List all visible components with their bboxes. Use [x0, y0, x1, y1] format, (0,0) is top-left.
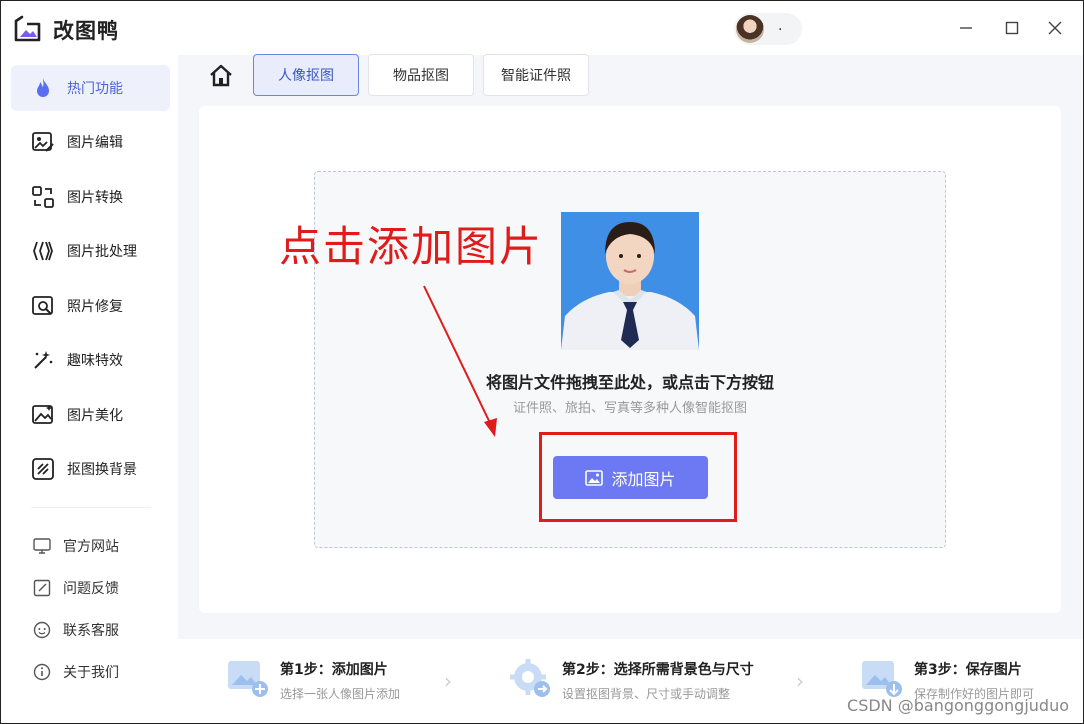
photo-repair-icon: [32, 296, 53, 315]
chevron-right-icon: ›: [444, 669, 452, 693]
monitor-icon: [33, 538, 51, 554]
save-image-step-icon: [862, 661, 902, 697]
annotation-text: 点击添加图片: [279, 222, 544, 271]
sidebar-link-label: 联系客服: [63, 623, 119, 639]
app-window: 改图鸭 . 热门功能 图片编辑 图片转换 图片批处理 照片修复 趣味特效 图片美…: [0, 0, 1084, 724]
avatar[interactable]: [736, 15, 764, 43]
sidebar-item-cutout[interactable]: 抠图换背景: [11, 446, 170, 492]
settings-step-icon: [510, 659, 550, 697]
sidebar-link-label: 官方网站: [63, 539, 119, 555]
tab-id-photo[interactable]: 智能证件照: [483, 54, 589, 96]
sidebar-item-hot[interactable]: 热门功能: [11, 65, 170, 111]
add-image-step-icon: [228, 661, 268, 697]
sidebar-link-feedback[interactable]: 问题反馈: [31, 573, 171, 603]
user-profile[interactable]: .: [734, 13, 802, 45]
steps-footer: 第1步：添加图片 选择一张人像图片添加 › 第2步：选择所需背景色与尺寸 设置抠…: [178, 639, 1083, 723]
minimize-button[interactable]: [953, 15, 979, 41]
sidebar-item-label: 图片批处理: [67, 244, 137, 260]
sidebar-item-photo-repair[interactable]: 照片修复: [11, 283, 170, 329]
tab-object-cutout[interactable]: 物品抠图: [368, 54, 474, 96]
beautify-icon: [32, 405, 53, 424]
feedback-icon: [33, 579, 51, 597]
sidebar-item-label: 趣味特效: [67, 353, 123, 369]
magic-wand-icon: [34, 351, 53, 369]
batch-icon: [33, 241, 53, 261]
drop-zone-title: 将图片文件拖拽至此处，或点击下方按钮: [485, 373, 774, 392]
sidebar-divider: [31, 507, 151, 508]
tab-portrait-cutout[interactable]: 人像抠图: [253, 54, 359, 96]
sidebar-link-label: 关于我们: [63, 665, 119, 681]
sidebar-item-label: 热门功能: [67, 81, 123, 97]
user-name: .: [778, 18, 783, 34]
step-title: 第3步：保存图片: [914, 662, 1022, 678]
sidebar-item-label: 图片美化: [67, 408, 123, 424]
flame-icon: [37, 78, 49, 97]
sidebar-item-beautify[interactable]: 图片美化: [11, 392, 170, 438]
sidebar-link-label: 问题反馈: [63, 581, 119, 597]
step-title: 第2步：选择所需背景色与尺寸: [562, 662, 754, 678]
app-logo-icon: [14, 15, 41, 42]
cutout-icon: [32, 458, 54, 480]
service-icon: [33, 621, 51, 639]
step-title: 第1步：添加图片: [280, 662, 388, 678]
chevron-right-icon: ›: [796, 669, 804, 693]
sidebar-item-batch[interactable]: 图片批处理: [11, 228, 170, 274]
sidebar-item-label: 抠图换背景: [67, 462, 137, 478]
sidebar-link-website[interactable]: 官方网站: [31, 531, 171, 561]
maximize-button[interactable]: [999, 15, 1025, 41]
step-desc: 选择一张人像图片添加: [280, 687, 401, 701]
title-bar: 改图鸭 .: [1, 1, 1083, 55]
sidebar-item-label: 图片转换: [67, 190, 123, 206]
info-icon: [33, 663, 51, 681]
maximize-icon: [1005, 21, 1019, 35]
image-edit-icon: [32, 132, 54, 152]
sidebar-item-image-edit[interactable]: 图片编辑: [11, 119, 170, 165]
sidebar-link-about[interactable]: 关于我们: [31, 657, 171, 687]
sidebar-item-label: 图片编辑: [67, 135, 123, 151]
home-icon[interactable]: [208, 63, 234, 89]
close-icon: [1048, 21, 1062, 35]
convert-icon: [32, 186, 54, 208]
annotation-box: [539, 432, 737, 522]
close-button[interactable]: [1042, 15, 1068, 41]
watermark: CSDN @bangonggongjuduo: [847, 696, 1069, 715]
sidebar-item-convert[interactable]: 图片转换: [11, 174, 170, 220]
sidebar-item-label: 照片修复: [67, 299, 123, 315]
sidebar-link-service[interactable]: 联系客服: [31, 615, 171, 645]
step-desc: 设置抠图背景、尺寸或手动调整: [562, 687, 731, 701]
sample-portrait-image: [561, 212, 699, 350]
sidebar-item-fun-effects[interactable]: 趣味特效: [11, 337, 170, 383]
drop-zone-subtitle: 证件照、旅拍、写真等多种人像智能抠图: [512, 401, 747, 416]
sidebar: 热门功能 图片编辑 图片转换 图片批处理 照片修复 趣味特效 图片美化 抠图换背…: [1, 55, 178, 723]
app-name: 改图鸭: [53, 19, 119, 43]
minimize-icon: [960, 27, 972, 29]
